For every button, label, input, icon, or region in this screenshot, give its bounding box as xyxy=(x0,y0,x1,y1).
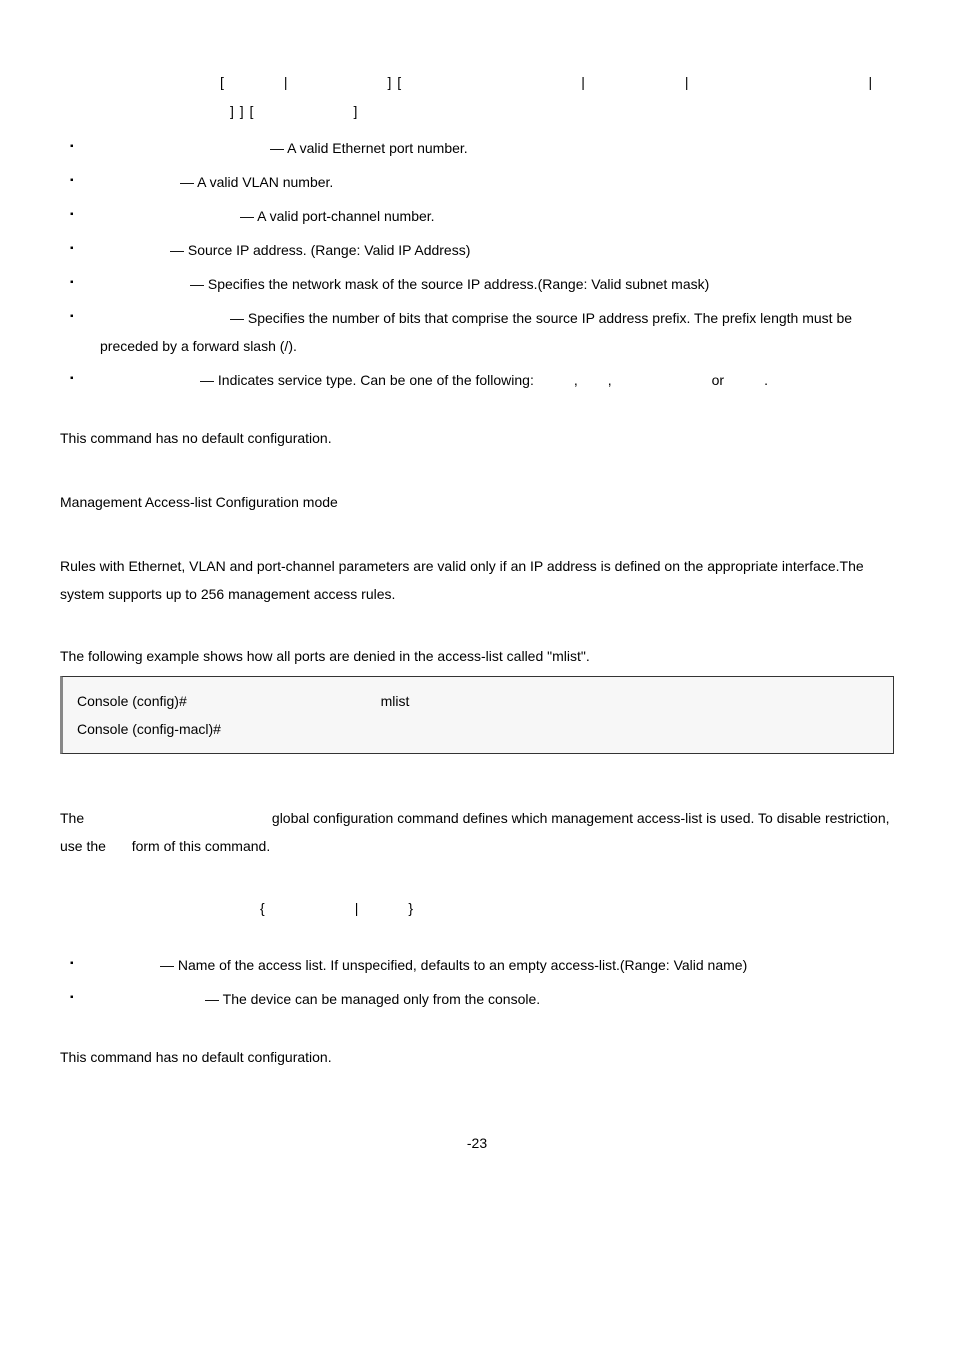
default-config-1: This command has no default configuratio… xyxy=(60,424,894,452)
param-item: — Source IP address. (Range: Valid IP Ad… xyxy=(60,236,894,264)
syntax-line-1: [|] [||| xyxy=(160,70,894,95)
param-item: — Name of the access list. If unspecifie… xyxy=(60,951,894,979)
param-item: — A valid Ethernet port number. xyxy=(60,134,894,162)
syntax-line-3: {|} xyxy=(260,896,894,921)
command-description-2: The global configuration command defines… xyxy=(60,804,894,860)
code-example: Console (config)# mlist Console (config-… xyxy=(60,676,894,754)
default-config-2: This command has no default configuratio… xyxy=(60,1043,894,1071)
param-item: — Indicates service type. Can be one of … xyxy=(60,366,894,394)
page-number: -23 xyxy=(60,1131,894,1156)
param-item: — Specifies the network mask of the sour… xyxy=(60,270,894,298)
syntax-line-2: ] ] [] xyxy=(230,99,894,124)
code-line-2: Console (config-macl)# xyxy=(77,715,879,743)
user-guidelines-1: Rules with Ethernet, VLAN and port-chann… xyxy=(60,552,894,608)
example-intro: The following example shows how all port… xyxy=(60,644,894,669)
parameter-list-1: — A valid Ethernet port number. — A vali… xyxy=(60,134,894,394)
command-mode-1: Management Access-list Configuration mod… xyxy=(60,488,894,516)
param-item: — A valid port-channel number. xyxy=(60,202,894,230)
param-item: — Specifies the number of bits that comp… xyxy=(60,304,894,360)
parameter-list-2: — Name of the access list. If unspecifie… xyxy=(60,951,894,1013)
param-item: — The device can be managed only from th… xyxy=(60,985,894,1013)
param-item: — A valid VLAN number. xyxy=(60,168,894,196)
code-line-1: Console (config)# mlist xyxy=(77,687,879,715)
